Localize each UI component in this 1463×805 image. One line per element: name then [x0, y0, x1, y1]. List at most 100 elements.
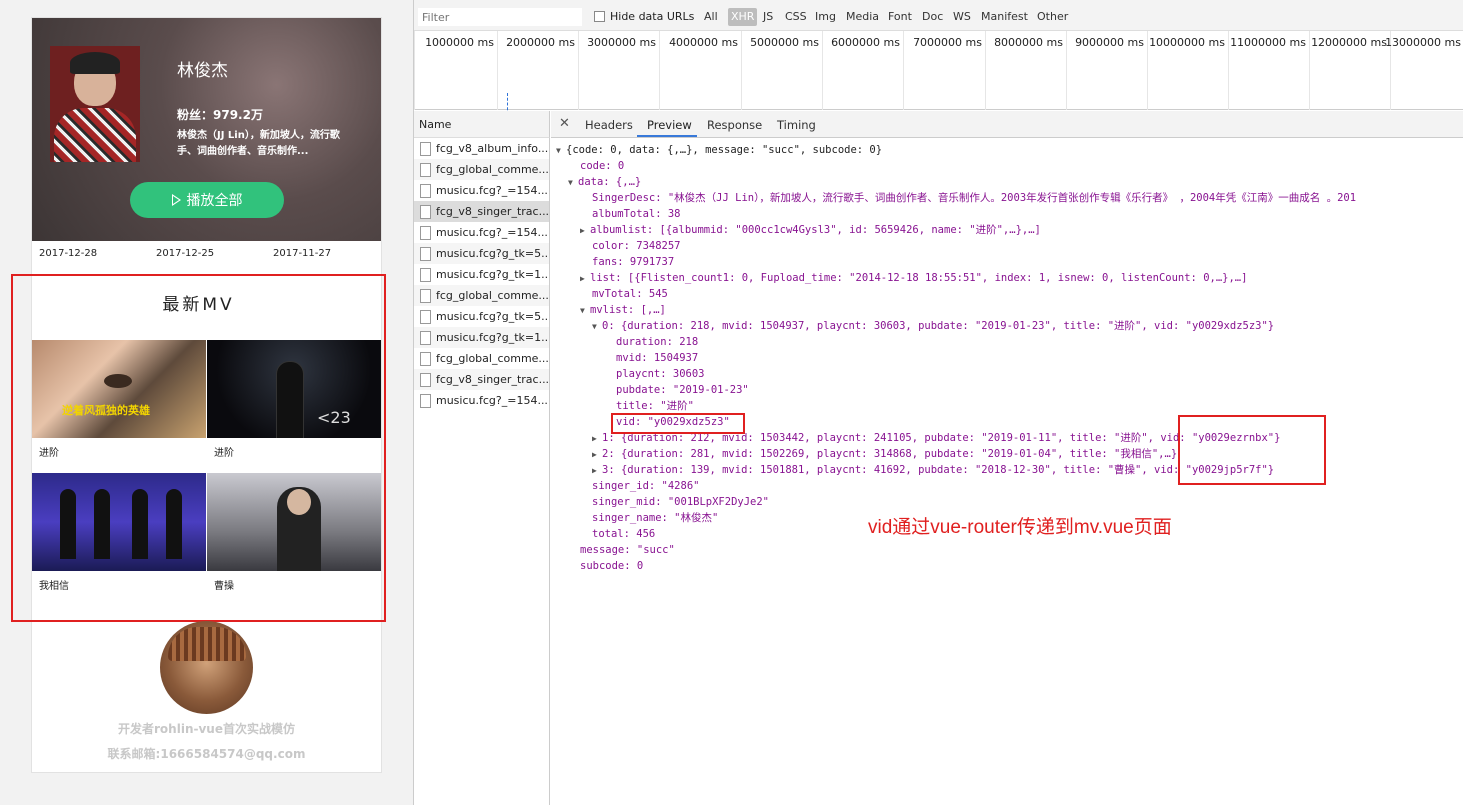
type-filter-img[interactable]: Img [812, 8, 839, 26]
singer-name: 林俊杰 [177, 61, 228, 81]
close-icon[interactable]: ✕ [559, 116, 570, 131]
tab-headers[interactable]: Headers [585, 118, 633, 132]
expand-triangle-icon[interactable]: ▼ [580, 303, 590, 319]
json-line: message: "succ" [580, 544, 675, 556]
file-icon [420, 204, 431, 219]
mv-thumbnail[interactable]: 逆着风孤独的英雄 [32, 340, 206, 438]
detail-tabs: ✕ Headers Preview Response Timing [551, 111, 1463, 138]
mv-thumb-caption: 逆着风孤独的英雄 [62, 404, 150, 417]
type-filter-all[interactable]: All [701, 8, 721, 26]
type-filter-doc[interactable]: Doc [919, 8, 946, 26]
tab-preview[interactable]: Preview [647, 118, 692, 132]
type-filter-manifest[interactable]: Manifest [978, 8, 1031, 26]
timeline-tick: 2000000 ms [506, 36, 575, 49]
request-row[interactable]: musicu.fcg?_=154... [414, 222, 549, 243]
request-list: fcg_v8_album_info... fcg_global_comme...… [414, 138, 550, 805]
filter-input[interactable] [418, 8, 582, 26]
timeline-tick: 1000000 ms [425, 36, 494, 49]
name-column-header[interactable]: Name [414, 111, 550, 138]
timeline-tick: 5000000 ms [750, 36, 819, 49]
mv-item[interactable]: <23 进阶 [207, 340, 381, 459]
request-name: fcg_v8_singer_trac... [436, 205, 549, 218]
expand-triangle-icon[interactable]: ▶ [592, 463, 602, 479]
json-line[interactable]: ▼ {code: 0, data: {,…}, message: "succ", … [556, 142, 882, 158]
type-filter-media[interactable]: Media [843, 8, 882, 26]
request-name: musicu.fcg?_=154... [436, 226, 548, 239]
timeline-tick: 8000000 ms [994, 36, 1063, 49]
mv-thumbnail[interactable] [32, 473, 206, 571]
request-row[interactable]: musicu.fcg?g_tk=1... [414, 327, 549, 348]
type-filter-other[interactable]: Other [1034, 8, 1071, 26]
expand-triangle-icon[interactable]: ▼ [556, 143, 566, 159]
mv-title: 进阶 [39, 448, 59, 459]
expand-triangle-icon[interactable]: ▼ [592, 319, 602, 335]
file-icon [420, 225, 431, 240]
type-filter-ws[interactable]: WS [950, 8, 974, 26]
request-name: fcg_v8_singer_trac... [436, 373, 549, 386]
network-timeline[interactable]: 1000000 ms 2000000 ms 3000000 ms 4000000… [414, 31, 1463, 115]
type-filter-js[interactable]: JS [760, 8, 776, 26]
request-row-selected[interactable]: fcg_v8_singer_trac... [414, 201, 549, 222]
json-line: title: "进阶" [616, 400, 694, 412]
tab-timing[interactable]: Timing [777, 118, 816, 132]
mv-title: 进阶 [214, 448, 234, 459]
request-row[interactable]: musicu.fcg?_=154... [414, 390, 549, 411]
play-all-label: 播放全部 [186, 193, 243, 209]
filter-bar: Hide data URLs All XHR JS CSS Img Media … [414, 0, 1463, 31]
app-preview-pane: 林俊杰 粉丝：979.2万 林俊杰（JJ Lin），新加坡人，流行歌手、词曲创作… [0, 0, 413, 805]
request-row[interactable]: musicu.fcg?g_tk=5... [414, 306, 549, 327]
mv-thumbnail[interactable]: <23 [207, 340, 381, 438]
json-line: singer_id: "4286" [592, 480, 700, 492]
timeline-tick: 11000000 ms [1230, 36, 1306, 49]
json-line[interactable]: ▼ data: {,…} [568, 174, 641, 190]
mv-item[interactable]: 我相信 [32, 473, 206, 592]
type-filter-css[interactable]: CSS [782, 8, 810, 26]
type-filter-xhr[interactable]: XHR [728, 8, 758, 26]
expand-triangle-icon[interactable]: ▼ [568, 175, 578, 191]
devtools-network-panel: Hide data URLs All XHR JS CSS Img Media … [413, 0, 1463, 805]
type-filter-font[interactable]: Font [885, 8, 915, 26]
request-name: fcg_global_comme... [436, 289, 549, 302]
timeline-tick: 4000000 ms [669, 36, 738, 49]
expand-triangle-icon[interactable]: ▶ [592, 447, 602, 463]
json-line[interactable]: ▼ 0: {duration: 218, mvid: 1504937, playc… [592, 318, 1274, 334]
request-name: musicu.fcg?_=154... [436, 394, 548, 407]
mv-thumbnail[interactable] [207, 473, 381, 571]
request-name: musicu.fcg?g_tk=1... [436, 268, 549, 281]
request-row[interactable]: fcg_global_comme... [414, 348, 549, 369]
request-row[interactable]: musicu.fcg?_=154... [414, 180, 549, 201]
json-line: code: 0 [580, 160, 625, 172]
json-line: color: 7348257 [592, 240, 681, 252]
expand-triangle-icon[interactable]: ▶ [580, 223, 590, 239]
mv-section-title: 最新MV [162, 295, 235, 315]
timeline-tick: 12000000 ms [1311, 36, 1387, 49]
request-row[interactable]: fcg_global_comme... [414, 159, 549, 180]
latest-mv-section: 最新MV 逆着风孤独的英雄 进阶 <23 进阶 我相信 曹操 [11, 274, 386, 622]
expand-triangle-icon[interactable]: ▶ [580, 271, 590, 287]
request-row[interactable]: musicu.fcg?g_tk=1... [414, 264, 549, 285]
album-date: 2017-12-25 [156, 248, 215, 259]
request-name: fcg_global_comme... [436, 352, 549, 365]
json-line[interactable]: ▼ mvlist: [,…] [580, 302, 666, 318]
request-row[interactable]: musicu.fcg?g_tk=5... [414, 243, 549, 264]
play-all-button[interactable]: 播放全部 [130, 182, 284, 218]
checkbox-icon[interactable] [594, 11, 605, 22]
singer-fans: 粉丝：979.2万 [177, 108, 263, 122]
json-line[interactable]: ▶ 3: {duration: 139, mvid: 1501881, playc… [592, 462, 1274, 478]
expand-triangle-icon[interactable]: ▶ [592, 431, 602, 447]
mv-item[interactable]: 曹操 [207, 473, 381, 592]
hide-data-urls-label: Hide data URLs [610, 10, 695, 23]
tab-response[interactable]: Response [707, 118, 762, 132]
hide-data-urls-checkbox[interactable]: Hide data URLs [594, 10, 694, 23]
request-row[interactable]: fcg_v8_album_info... [414, 138, 549, 159]
request-row[interactable]: fcg_v8_singer_trac... [414, 369, 549, 390]
singer-header: 林俊杰 粉丝：979.2万 林俊杰（JJ Lin），新加坡人，流行歌手、词曲创作… [32, 18, 381, 241]
json-line[interactable]: ▶ list: [{Flisten_count1: 0, Fupload_time… [580, 270, 1247, 286]
json-line[interactable]: ▶ albumlist: [{albummid: "000cc1cw4Gysl3"… [580, 222, 1041, 238]
request-row[interactable]: fcg_global_comme... [414, 285, 549, 306]
json-line[interactable]: ▶ 2: {duration: 281, mvid: 1502269, playc… [592, 446, 1177, 462]
json-line: singer_mid: "001BLpXF2DyJe2" [592, 496, 770, 508]
file-icon [420, 141, 431, 156]
file-icon [420, 372, 431, 387]
mv-item[interactable]: 逆着风孤独的英雄 进阶 [32, 340, 206, 459]
